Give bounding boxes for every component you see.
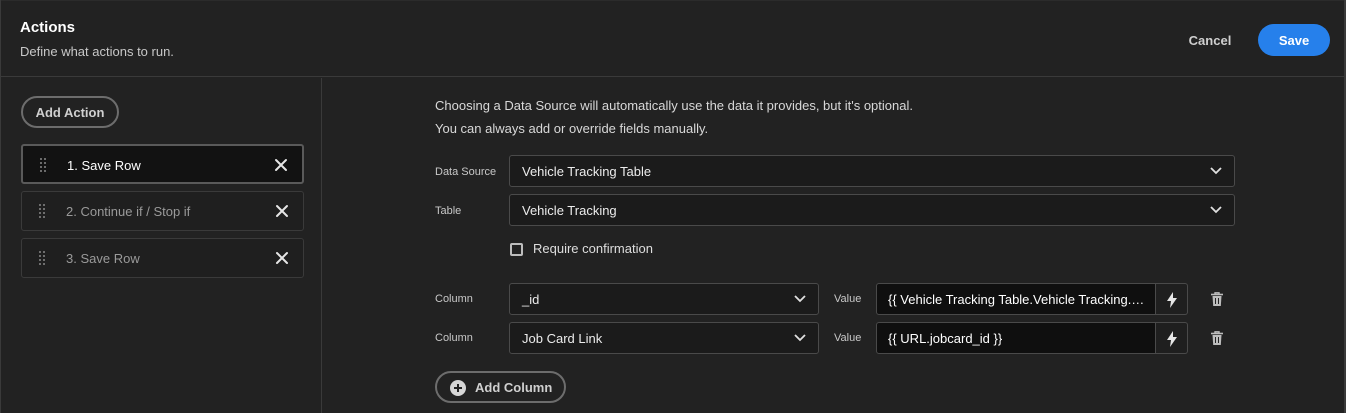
lightning-icon (1167, 331, 1177, 347)
add-column-label: Add Column (475, 380, 553, 395)
binding-button[interactable] (1156, 283, 1188, 315)
drag-handle-icon[interactable] (39, 157, 49, 173)
actions-modal: Actions Define what actions to run. Canc… (0, 0, 1346, 413)
value-input[interactable]: {{ Vehicle Tracking Table.Vehicle Tracki… (876, 283, 1156, 315)
lightning-icon (1167, 292, 1177, 308)
value-text: {{ URL.jobcard_id }} (888, 331, 1003, 346)
column-value: _id (522, 292, 540, 307)
action-label: 1. Save Row (67, 158, 141, 173)
modal-header: Actions Define what actions to run. Canc… (0, 0, 1346, 77)
action-label: 2. Continue if / Stop if (66, 204, 191, 219)
close-icon[interactable] (273, 202, 291, 220)
action-item-continue-if[interactable]: 2. Continue if / Stop if (21, 191, 304, 231)
info-text-line-2: You can always add or override fields ma… (435, 121, 709, 136)
cancel-button[interactable]: Cancel (1178, 24, 1242, 56)
add-action-button[interactable]: Add Action (21, 96, 119, 128)
modal-subtitle: Define what actions to run. (20, 44, 174, 59)
data-source-label: Data Source (435, 166, 497, 178)
close-icon[interactable] (272, 156, 290, 174)
action-label: 3. Save Row (66, 251, 140, 266)
trash-icon[interactable] (1209, 291, 1225, 307)
data-source-select[interactable]: Vehicle Tracking Table (509, 155, 1235, 187)
actions-sidebar: Add Action 1. Save Row 2. Continue if / … (0, 78, 322, 413)
require-confirmation-label: Require confirmation (533, 241, 653, 256)
table-label: Table (435, 205, 462, 217)
info-text-line-1: Choosing a Data Source will automaticall… (435, 98, 913, 113)
chevron-down-icon (794, 295, 806, 303)
column-label: Column (435, 293, 473, 305)
chevron-down-icon (1210, 206, 1222, 214)
drag-handle-icon[interactable] (38, 250, 48, 266)
column-label: Column (435, 332, 473, 344)
add-column-button[interactable]: Add Column (435, 371, 566, 403)
chevron-down-icon (1210, 167, 1222, 175)
column-select[interactable]: Job Card Link (509, 322, 819, 354)
action-item-save-row-3[interactable]: 3. Save Row (21, 238, 304, 278)
plus-circle-icon (450, 380, 466, 396)
close-icon[interactable] (273, 249, 291, 267)
binding-button[interactable] (1156, 322, 1188, 354)
action-settings-panel: Choosing a Data Source will automaticall… (323, 78, 1344, 413)
table-value: Vehicle Tracking (522, 203, 617, 218)
drag-handle-icon[interactable] (38, 203, 48, 219)
table-select[interactable]: Vehicle Tracking (509, 194, 1235, 226)
value-input[interactable]: {{ URL.jobcard_id }} (876, 322, 1156, 354)
data-source-value: Vehicle Tracking Table (522, 164, 652, 179)
save-button[interactable]: Save (1258, 24, 1330, 56)
value-label: Value (834, 293, 862, 305)
column-value: Job Card Link (522, 331, 603, 346)
column-select[interactable]: _id (509, 283, 819, 315)
value-label: Value (834, 332, 862, 344)
require-confirmation-checkbox[interactable] (510, 243, 523, 256)
value-text: {{ Vehicle Tracking Table.Vehicle Tracki… (888, 292, 1145, 307)
action-item-save-row-1[interactable]: 1. Save Row (21, 144, 304, 184)
modal-title: Actions (20, 19, 76, 36)
trash-icon[interactable] (1209, 330, 1225, 346)
chevron-down-icon (794, 334, 806, 342)
